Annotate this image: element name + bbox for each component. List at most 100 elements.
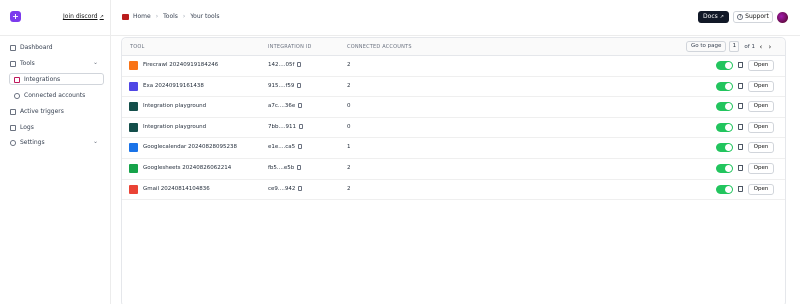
tool-logo-icon <box>129 61 138 70</box>
table-row: Integration playground a7c....36e 0 Open <box>122 97 785 118</box>
trash-icon[interactable] <box>738 144 743 151</box>
connected-accounts-count: 0 <box>347 103 351 110</box>
open-button[interactable]: Open <box>748 60 774 71</box>
column-header-connected-accounts: CONNECTED ACCOUNTS <box>347 44 412 50</box>
tools-table: TOOL INTEGRATION ID CONNECTED ACCOUNTS G… <box>121 37 786 304</box>
column-header-integration-id: INTEGRATION ID <box>268 44 312 50</box>
table-row: Gmail 20240814104836 ce9....942 2 Open <box>122 180 785 201</box>
page-number-input[interactable]: 1 <box>729 41 740 52</box>
users-icon <box>14 92 20 99</box>
tool-name: Integration playground <box>143 103 207 110</box>
tool-logo-icon <box>129 81 138 91</box>
external-link-icon: ↗ <box>99 14 104 20</box>
sidebar-item-integrations[interactable]: Integrations <box>14 76 60 83</box>
open-button[interactable]: Open <box>748 183 774 195</box>
connected-accounts-count: 1 <box>347 144 351 151</box>
toggle-knob <box>725 62 732 69</box>
trash-icon[interactable] <box>738 103 743 110</box>
sidebar-item-settings[interactable]: Settings <box>10 139 45 146</box>
trash-icon[interactable] <box>738 82 743 89</box>
integration-id: 142....05f <box>268 62 302 68</box>
go-to-page-label: Go to page <box>686 41 727 52</box>
sidebar-item-connected-accounts[interactable]: Connected accounts <box>14 92 85 99</box>
docs-button[interactable]: Docs ↗ <box>698 11 729 23</box>
breadcrumb-separator: › <box>182 13 186 20</box>
home-icon <box>122 14 129 20</box>
copy-icon[interactable] <box>297 165 302 170</box>
integration-id: e1e....ca5 <box>268 144 303 150</box>
open-button[interactable]: Open <box>748 80 774 92</box>
sidebar-divider <box>110 0 111 304</box>
breadcrumb-tools[interactable]: Tools <box>163 13 178 20</box>
table-row: Integration playground 7bb....911 0 Open <box>122 118 785 139</box>
tool-logo-icon <box>129 122 138 132</box>
integration-id: ce9....942 <box>268 185 303 192</box>
breadcrumb-home[interactable]: Home <box>133 13 151 20</box>
trash-icon[interactable] <box>738 62 743 68</box>
tool-name: Firecrawl 20240919184246 <box>143 62 219 68</box>
tool-name: Googlesheets 20240826062214 <box>143 165 232 171</box>
app-logo[interactable]: + <box>10 11 21 22</box>
toggle-knob <box>725 123 732 131</box>
tool-name: Integration playground <box>143 123 207 130</box>
table-row: Googlecalendar 20240828095238 e1e....ca5 1… <box>122 138 785 159</box>
chevron-left-icon[interactable]: ‹ <box>758 43 764 51</box>
grid-icon <box>10 44 16 51</box>
bolt-icon <box>10 108 16 115</box>
table-row: Exa 20240919161438 915....f59 2 Open <box>122 77 785 98</box>
support-button[interactable]: ? Support <box>733 11 773 23</box>
open-button[interactable]: Open <box>748 163 774 174</box>
wrench-icon <box>10 60 16 67</box>
breadcrumb-separator: › <box>155 13 159 20</box>
open-button[interactable]: Open <box>748 101 774 113</box>
sidebar-item-tools[interactable]: Tools <box>10 60 35 67</box>
tool-logo-icon <box>129 164 138 173</box>
enable-toggle[interactable] <box>716 184 733 194</box>
enable-toggle[interactable] <box>716 164 733 173</box>
sidebar-item-dashboard[interactable]: Dashboard <box>10 44 53 51</box>
avatar[interactable] <box>777 12 788 23</box>
table-row: Googlesheets 20240826062214 fb5....e5b 2 Op… <box>122 159 785 180</box>
table-header: TOOL INTEGRATION ID CONNECTED ACCOUNTS G… <box>122 38 785 56</box>
tool-logo-icon <box>129 102 138 112</box>
enable-toggle[interactable] <box>716 122 733 132</box>
enable-toggle[interactable] <box>716 143 733 153</box>
connected-accounts-count: 2 <box>347 82 351 89</box>
copy-icon[interactable] <box>298 185 303 191</box>
table-row: Firecrawl 20240919184246 142....05f 2 Open <box>122 56 785 77</box>
tool-logo-icon <box>129 184 138 194</box>
breadcrumb: Home › Tools › Your tools <box>133 13 220 20</box>
copy-icon[interactable] <box>297 62 302 67</box>
copy-icon[interactable] <box>298 123 303 129</box>
sidebar-item-logs[interactable]: Logs <box>10 124 34 131</box>
trash-icon[interactable] <box>738 165 743 171</box>
chevron-down-icon[interactable]: ⌄ <box>93 138 98 145</box>
tool-logo-icon <box>129 143 138 153</box>
copy-icon[interactable] <box>298 103 303 109</box>
connected-accounts-count: 2 <box>347 62 351 68</box>
tool-name: Googlecalendar 20240828095238 <box>143 144 238 151</box>
chevron-down-icon[interactable]: ⌄ <box>93 59 98 66</box>
connected-accounts-count: 0 <box>347 123 351 130</box>
enable-toggle[interactable] <box>716 81 733 91</box>
tool-name: Gmail 20240814104836 <box>143 185 210 192</box>
sidebar-item-active-triggers[interactable]: Active triggers <box>10 108 64 115</box>
trash-icon[interactable] <box>738 123 743 130</box>
toggle-knob <box>725 82 732 90</box>
help-icon: ? <box>737 13 744 20</box>
chevron-right-icon[interactable]: › <box>767 43 773 51</box>
page-count: of 1 <box>744 43 755 50</box>
breadcrumb-your-tools: Your tools <box>190 13 220 20</box>
toggle-knob <box>725 103 732 111</box>
enable-toggle[interactable] <box>716 61 733 70</box>
copy-icon[interactable] <box>298 144 303 150</box>
open-button[interactable]: Open <box>748 121 774 133</box>
copy-icon[interactable] <box>297 82 302 88</box>
open-button[interactable]: Open <box>748 142 774 154</box>
integration-id: fb5....e5b <box>268 165 302 171</box>
join-discord-link[interactable]: Join discord ↗ <box>63 13 104 20</box>
enable-toggle[interactable] <box>716 102 733 112</box>
trash-icon[interactable] <box>738 185 743 192</box>
integration-id: 915....f59 <box>268 82 302 89</box>
integration-id: 7bb....911 <box>268 123 303 130</box>
